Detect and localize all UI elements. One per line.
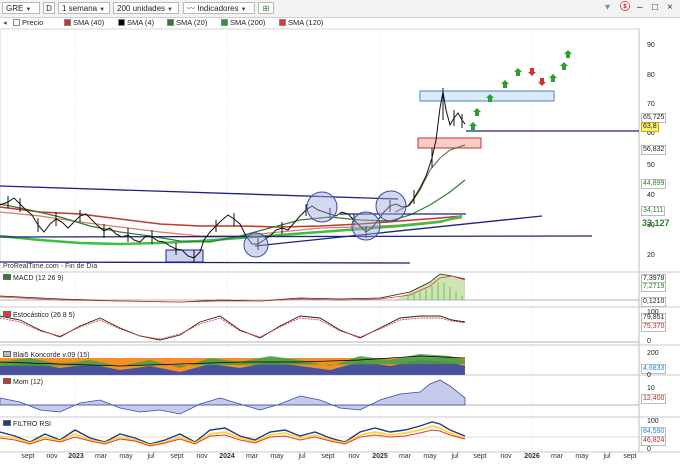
- rsi-value-2: 46,824: [641, 436, 667, 446]
- stoch-axis-bottom: 0: [647, 338, 651, 345]
- macd-hist-value: 0,1210: [641, 297, 667, 307]
- time-tick: nov: [196, 453, 208, 460]
- macd-panel: [0, 273, 639, 303]
- stoch-axis-top: 100: [647, 309, 659, 316]
- up-arrow-icon: [469, 122, 477, 130]
- mom-axis: 10: [647, 385, 655, 392]
- up-arrow-icon: [501, 80, 509, 88]
- down-arrow-icon: [528, 68, 536, 76]
- time-tick: sept: [170, 453, 184, 460]
- price-tick: 70: [647, 101, 655, 108]
- time-tick: 2024: [219, 453, 235, 460]
- chart-canvas: [0, 28, 680, 453]
- time-tick: mar: [94, 453, 108, 460]
- target-zone-box: [419, 90, 555, 102]
- price-tick: 80: [647, 72, 655, 79]
- sma4-badge: 56,832: [641, 145, 667, 155]
- time-tick: may: [119, 453, 133, 460]
- sma20-badge: 44,899: [641, 179, 667, 189]
- macd-signal-value: 7,2719: [641, 282, 667, 292]
- up-arrow-icon: [473, 108, 481, 116]
- time-tick: nov: [46, 453, 58, 460]
- projection-arrows: [469, 50, 572, 130]
- macd-label[interactable]: MACD (12 26 9): [3, 274, 64, 283]
- up-arrow-icon: [514, 68, 522, 76]
- price-tick: 50: [647, 162, 655, 169]
- time-tick: jul: [451, 453, 459, 460]
- momentum-panel: [0, 379, 639, 415]
- up-arrow-icon: [560, 62, 568, 70]
- time-tick: nov: [500, 453, 512, 460]
- price-line: [0, 91, 466, 259]
- close-price-badge: 63,8: [641, 122, 659, 132]
- mom-value: 12,400: [641, 394, 667, 404]
- time-tick: mar: [398, 453, 412, 460]
- price-tick: 40: [647, 192, 655, 199]
- time-tick: jul: [603, 453, 611, 460]
- time-tick: sept: [623, 453, 637, 460]
- time-tick: jul: [298, 453, 306, 460]
- up-arrow-icon: [549, 74, 557, 82]
- time-tick: mar: [550, 453, 564, 460]
- time-tick: mar: [245, 453, 259, 460]
- time-tick: 2026: [524, 453, 540, 460]
- price-tick: 90: [647, 42, 655, 49]
- time-tick: may: [270, 453, 284, 460]
- price-tick: 20: [647, 252, 655, 259]
- stoch-d-value: 75,370: [641, 322, 667, 332]
- time-tick: 2025: [372, 453, 388, 460]
- koncorde-label[interactable]: Blai5 Koncorde v.09 (15): [3, 351, 90, 360]
- time-tick: 2023: [68, 453, 84, 460]
- time-tick: sept: [321, 453, 335, 460]
- time-tick: nov: [348, 453, 360, 460]
- time-tick: sept: [473, 453, 487, 460]
- entry-zone-box: [417, 137, 482, 149]
- time-tick: sept: [21, 453, 35, 460]
- rsi-panel: [0, 421, 639, 447]
- rsi-axis-bottom: 0: [647, 446, 651, 453]
- stochastic-panel: [0, 315, 639, 343]
- data-credit: ProRealTime.com - Fin de Día: [3, 263, 98, 270]
- stochastic-label[interactable]: Estocástico (26 8 5): [3, 311, 75, 320]
- up-arrow-icon: [564, 50, 572, 58]
- koncorde-axis-top: 200: [647, 350, 659, 357]
- sma200-badge: 33,127: [642, 218, 670, 228]
- rsi-axis-top: 100: [647, 418, 659, 425]
- sma40-badge: 34,111: [641, 206, 666, 216]
- time-tick: may: [423, 453, 437, 460]
- down-arrow-icon: [538, 78, 546, 86]
- koncorde-axis-bottom: 0: [647, 372, 651, 379]
- momentum-label[interactable]: Mom (12): [3, 378, 43, 387]
- pattern-circles: [243, 190, 407, 258]
- koncorde-value: 4,6833: [641, 364, 667, 374]
- time-tick: may: [575, 453, 589, 460]
- time-tick: jul: [147, 453, 155, 460]
- rsi-label[interactable]: FILTRO RSI: [3, 420, 51, 429]
